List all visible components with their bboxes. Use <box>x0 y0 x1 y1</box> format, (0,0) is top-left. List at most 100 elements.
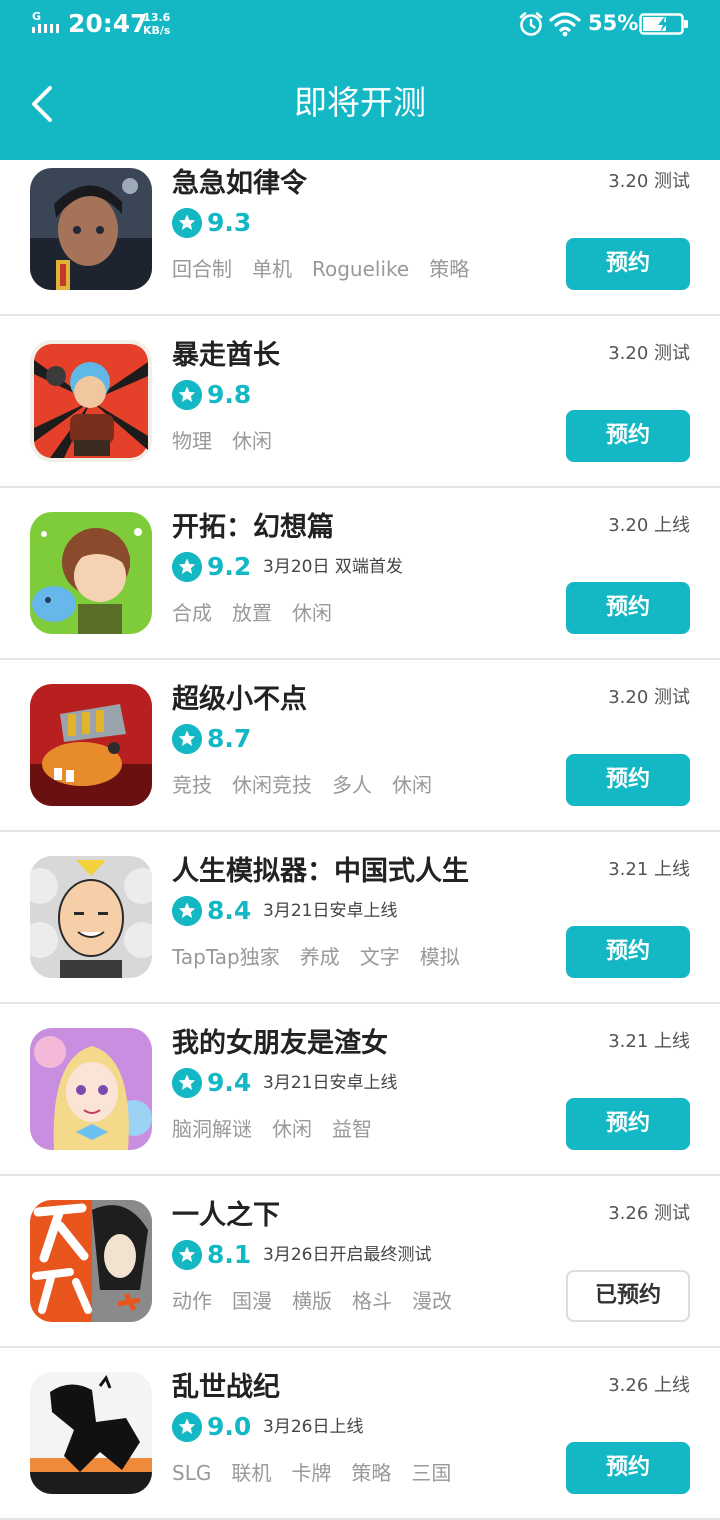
release-note: 3月21日安卓上线 <box>263 1073 398 1093</box>
reserve-button[interactable]: 预约 <box>566 754 690 806</box>
release-date: 3.26 测试 <box>608 1203 690 1224</box>
game-art-icon <box>30 1028 152 1150</box>
tag[interactable]: 单机 <box>252 257 292 281</box>
tag[interactable]: 休闲竞技 <box>232 773 312 797</box>
rating-score: 9.8 <box>207 380 252 409</box>
game-name[interactable]: 开拓：幻想篇 <box>172 510 334 546</box>
star-icon <box>172 896 202 926</box>
tag[interactable]: 合成 <box>172 601 212 625</box>
release-date: 3.21 上线 <box>608 859 690 880</box>
reserve-button[interactable]: 预约 <box>566 926 690 978</box>
game-art-icon <box>30 340 152 462</box>
list-item[interactable]: 人生模拟器：中国式人生 3.21 上线 8.4 3月21日安卓上线 TapTap… <box>0 832 720 1004</box>
list-item[interactable]: 开拓：幻想篇 3.20 上线 9.2 3月20日 双端首发 合成 放置 休闲 预约 <box>0 488 720 660</box>
tag[interactable]: 休闲 <box>232 429 272 453</box>
reserve-button[interactable]: 预约 <box>566 1098 690 1150</box>
game-name[interactable]: 一人之下 <box>172 1198 280 1234</box>
tag[interactable]: 放置 <box>232 601 272 625</box>
reserve-button[interactable]: 预约 <box>566 582 690 634</box>
tag[interactable]: SLG <box>172 1461 211 1485</box>
tag-list: 回合制 单机 Roguelike 策略 <box>172 256 489 282</box>
reserve-button[interactable]: 预约 <box>566 410 690 462</box>
game-name[interactable]: 急急如律令 <box>172 166 307 202</box>
clock: 20:47 <box>68 9 148 38</box>
list-item[interactable]: 暴走酋长 3.20 测试 9.8 物理 休闲 预约 <box>0 316 720 488</box>
rating-score: 9.2 <box>207 552 252 581</box>
battery-percent: 55% <box>588 11 639 35</box>
release-date: 3.21 上线 <box>608 1031 690 1052</box>
star-icon <box>172 1068 202 1098</box>
tag[interactable]: 卡牌 <box>291 1461 331 1485</box>
game-icon-rensheng-moniqi[interactable] <box>30 856 152 978</box>
tag[interactable]: 回合制 <box>172 257 232 281</box>
game-name[interactable]: 我的女朋友是渣女 <box>172 1026 388 1062</box>
game-art-icon <box>30 1372 152 1494</box>
tag[interactable]: 横版 <box>292 1289 332 1313</box>
tag[interactable]: Roguelike <box>312 257 409 281</box>
list-item[interactable]: 我的女朋友是渣女 3.21 上线 9.4 3月21日安卓上线 脑洞解谜 休闲 益智 … <box>0 1004 720 1176</box>
list-item[interactable]: 超级小不点 3.20 测试 8.7 竞技 休闲竞技 多人 休闲 预约 <box>0 660 720 832</box>
game-name[interactable]: 乱世战纪 <box>172 1370 280 1406</box>
list-item[interactable]: 急急如律令 3.20 测试 9.3 回合制 单机 Roguelike 策略 预约 <box>0 160 720 316</box>
wifi-icon <box>549 12 581 37</box>
page-title: 即将开测 <box>294 83 426 122</box>
tag[interactable]: 休闲 <box>292 601 332 625</box>
network-speed-unit: KB/s <box>143 24 171 37</box>
tag-list: 竞技 休闲竞技 多人 休闲 <box>172 772 452 798</box>
app-header: G 20:47 13.6 KB/s 55% 即将开测 <box>0 0 720 160</box>
rating-score: 8.7 <box>207 724 252 753</box>
game-icon-yirenzhixia[interactable] <box>30 1200 152 1322</box>
upcoming-games-list[interactable]: 急急如律令 3.20 测试 9.3 回合制单机 Roguelike 策略 预约 <box>0 160 720 1520</box>
star-icon <box>172 1240 202 1270</box>
tag-list: SLG 联机 卡牌 策略 三国 <box>172 1460 471 1486</box>
game-icon-jijirulvling[interactable] <box>30 168 152 290</box>
tag-list: 合成 放置 休闲 <box>172 600 352 626</box>
rating-score: 9.4 <box>207 1068 252 1097</box>
battery-charging-icon <box>639 13 688 35</box>
reserve-button[interactable]: 预约 <box>566 238 690 290</box>
tag[interactable]: 国漫 <box>232 1289 272 1313</box>
release-note: 3月26日开启最终测试 <box>263 1245 432 1265</box>
tag[interactable]: 模拟 <box>420 945 460 969</box>
game-name[interactable]: 超级小不点 <box>172 682 307 718</box>
tag[interactable]: 联机 <box>231 1461 271 1485</box>
tag[interactable]: 策略 <box>429 257 469 281</box>
tag[interactable]: 休闲 <box>272 1117 312 1141</box>
game-name[interactable]: 人生模拟器：中国式人生 <box>172 854 469 890</box>
tag[interactable]: TapTap独家 <box>172 945 280 969</box>
game-icon-kaituo[interactable] <box>30 512 152 634</box>
network-speed: 13.6 KB/s <box>143 11 170 37</box>
game-icon-chaojixiaobudian[interactable] <box>30 684 152 806</box>
game-icon-nvpengyou[interactable] <box>30 1028 152 1150</box>
release-date: 3.20 测试 <box>608 687 690 708</box>
tag[interactable]: 休闲 <box>392 773 432 797</box>
tag[interactable]: 益智 <box>332 1117 372 1141</box>
tag[interactable]: 漫改 <box>412 1289 452 1313</box>
reserved-button[interactable]: 已预约 <box>566 1270 690 1322</box>
tag-list: TapTap独家 养成 文字 模拟 <box>172 944 480 970</box>
tag[interactable]: 竞技 <box>172 773 212 797</box>
tag[interactable]: 多人 <box>332 773 372 797</box>
release-date: 3.20 上线 <box>608 515 690 536</box>
list-item[interactable]: 乱世战纪 3.26 上线 9.0 3月26日上线 SLG 联机 卡牌 策略 三国 预约 <box>0 1348 720 1520</box>
status-bar: G 20:47 13.6 KB/s 55% <box>0 0 720 48</box>
tag[interactable]: 策略 <box>351 1461 391 1485</box>
tag[interactable]: 文字 <box>360 945 400 969</box>
game-art-icon <box>30 1200 152 1322</box>
tag[interactable]: 三国 <box>411 1461 451 1485</box>
reserve-button[interactable]: 预约 <box>566 1442 690 1494</box>
tag[interactable]: 物理 <box>172 429 212 453</box>
tag[interactable]: 脑洞解谜 <box>172 1117 252 1141</box>
star-icon <box>172 380 202 410</box>
tag[interactable]: 动作 <box>172 1289 212 1313</box>
game-icon-luanshizhanji[interactable] <box>30 1372 152 1494</box>
star-icon <box>172 1412 202 1442</box>
list-item[interactable]: 一人之下 3.26 测试 8.1 3月26日开启最终测试 动作 国漫 横版 格斗 漫改 … <box>0 1176 720 1348</box>
release-note: 3月21日安卓上线 <box>263 901 398 921</box>
tag[interactable]: 养成 <box>300 945 340 969</box>
game-name[interactable]: 暴走酋长 <box>172 338 280 374</box>
tag[interactable]: 格斗 <box>352 1289 392 1313</box>
game-art-icon <box>30 856 152 978</box>
rating-score: 8.4 <box>207 896 252 925</box>
game-icon-baozouqiuzhang[interactable] <box>30 340 152 462</box>
